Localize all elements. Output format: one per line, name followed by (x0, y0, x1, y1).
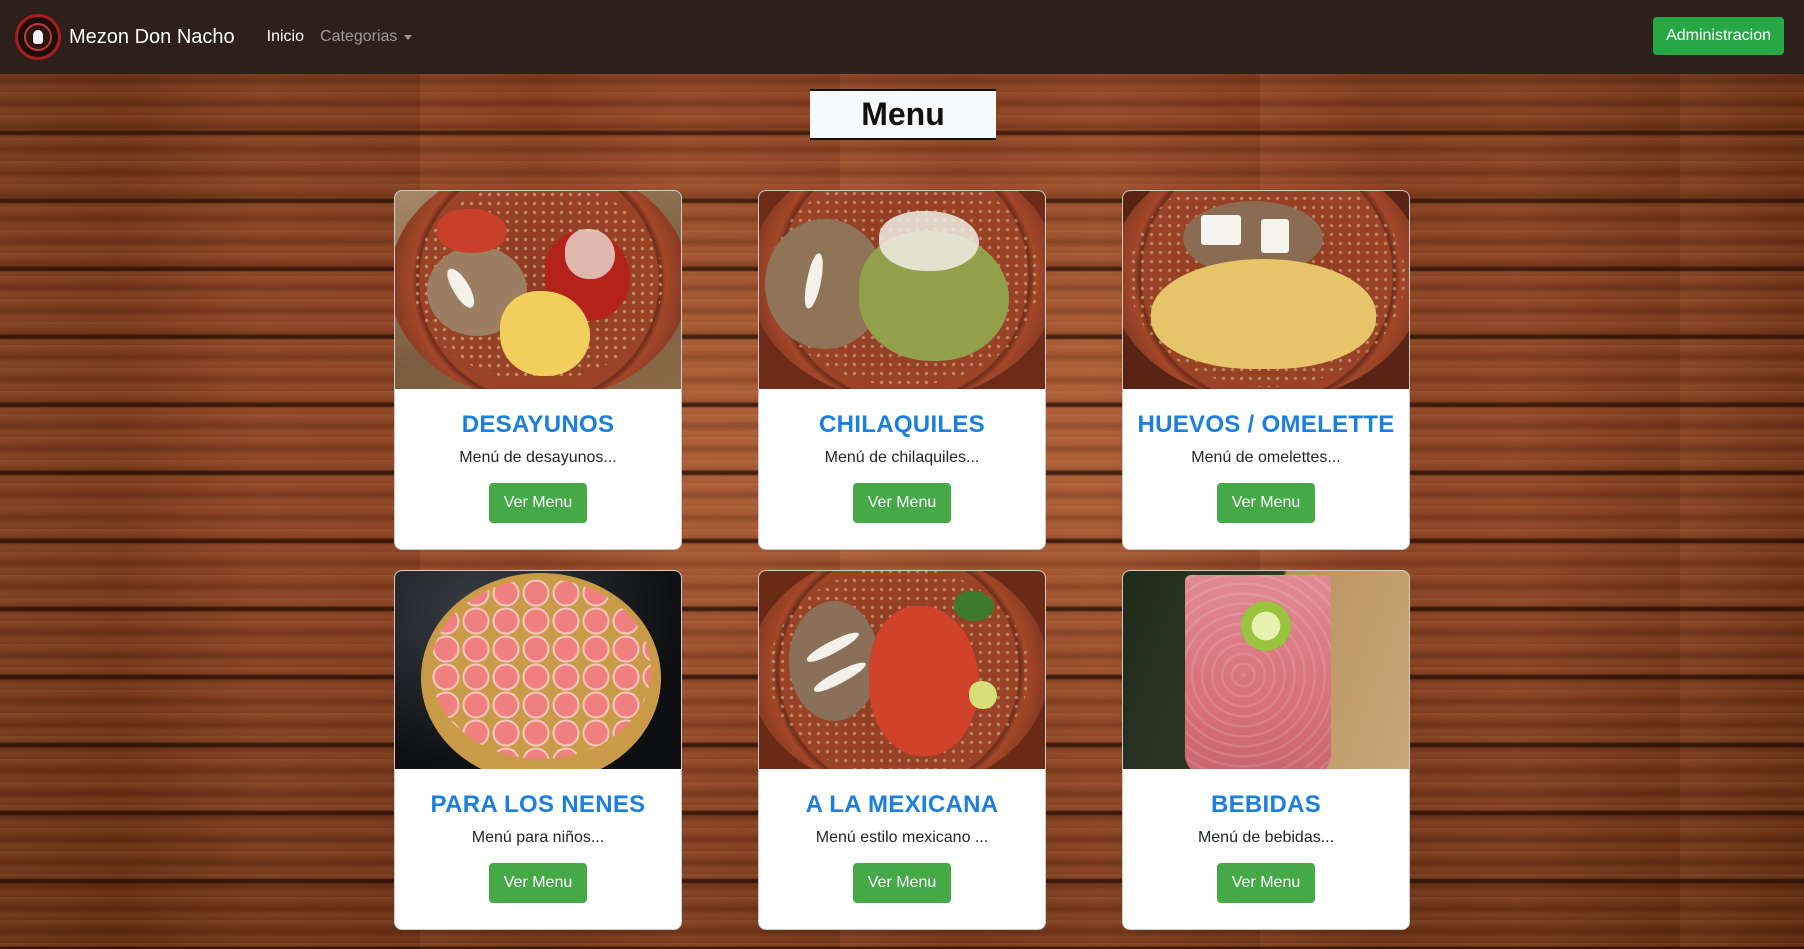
breakfast-plate-image[interactable] (395, 191, 681, 389)
omelette-plate-image[interactable] (1123, 191, 1409, 389)
ver-menu-button[interactable]: Ver Menu (852, 863, 952, 903)
card-title: PARA LOS NENES (430, 791, 646, 818)
ver-menu-button[interactable]: Ver Menu (488, 863, 588, 903)
nav-dropdown-categorias[interactable]: Categorias (312, 20, 420, 54)
page-title: Menu (810, 89, 996, 140)
card-title: HUEVOS / OMELETTE (1137, 411, 1395, 438)
ver-menu-button[interactable]: Ver Menu (852, 483, 952, 523)
chilaquiles-plate-image[interactable] (759, 191, 1045, 389)
card-text: Menú estilo mexicano ... (815, 829, 989, 846)
menu-card-desayunos: DESAYUNOS Menú de desayunos... Ver Menu (394, 190, 682, 550)
menu-card-chilaquiles: CHILAQUILES Menú de chilaquiles... Ver M… (758, 190, 1046, 550)
mexican-plate-image[interactable] (759, 571, 1045, 769)
ver-menu-button[interactable]: Ver Menu (1216, 483, 1316, 523)
card-text: Menú de omelettes... (1191, 449, 1341, 466)
card-title: A LA MEXICANA (805, 791, 999, 818)
ver-menu-button[interactable]: Ver Menu (1216, 863, 1316, 903)
nav-links: Inicio Categorias (259, 20, 421, 54)
card-title: DESAYUNOS (461, 411, 615, 438)
card-title: BEBIDAS (1210, 791, 1322, 818)
card-text: Menú para niños... (471, 829, 605, 846)
ver-menu-button[interactable]: Ver Menu (488, 483, 588, 523)
nav-link-inicio[interactable]: Inicio (259, 20, 312, 54)
brand[interactable]: Mezon Don Nacho (15, 14, 235, 60)
drink-glass-image[interactable] (1123, 571, 1409, 769)
navbar: Mezon Don Nacho Inicio Categorias Admini… (0, 0, 1804, 74)
menu-card-a-la-mexicana: A LA MEXICANA Menú estilo mexicano ... V… (758, 570, 1046, 930)
admin-button[interactable]: Administracion (1653, 17, 1784, 55)
nav-dropdown-categorias-label: Categorias (320, 28, 398, 45)
card-text: Menú de desayunos... (459, 449, 617, 466)
nav-link-inicio-label: Inicio (266, 28, 305, 45)
menu-card-para-los-nenes: PARA LOS NENES Menú para niños... Ver Me… (394, 570, 682, 930)
strawberry-pancake-image[interactable] (395, 571, 681, 769)
card-title: CHILAQUILES (819, 411, 985, 438)
caret-down-icon (404, 34, 413, 40)
menu-card-bebidas: BEBIDAS Menú de bebidas... Ver Menu (1122, 570, 1410, 930)
restaurant-logo-icon[interactable] (15, 14, 61, 60)
card-text: Menú de bebidas... (1197, 829, 1335, 846)
menu-card-grid: DESAYUNOS Menú de desayunos... Ver Menu … (394, 190, 1410, 930)
card-text: Menú de chilaquiles... (824, 449, 980, 466)
menu-card-huevos-omelette: HUEVOS / OMELETTE Menú de omelettes... V… (1122, 190, 1410, 550)
brand-name[interactable]: Mezon Don Nacho (69, 26, 235, 49)
